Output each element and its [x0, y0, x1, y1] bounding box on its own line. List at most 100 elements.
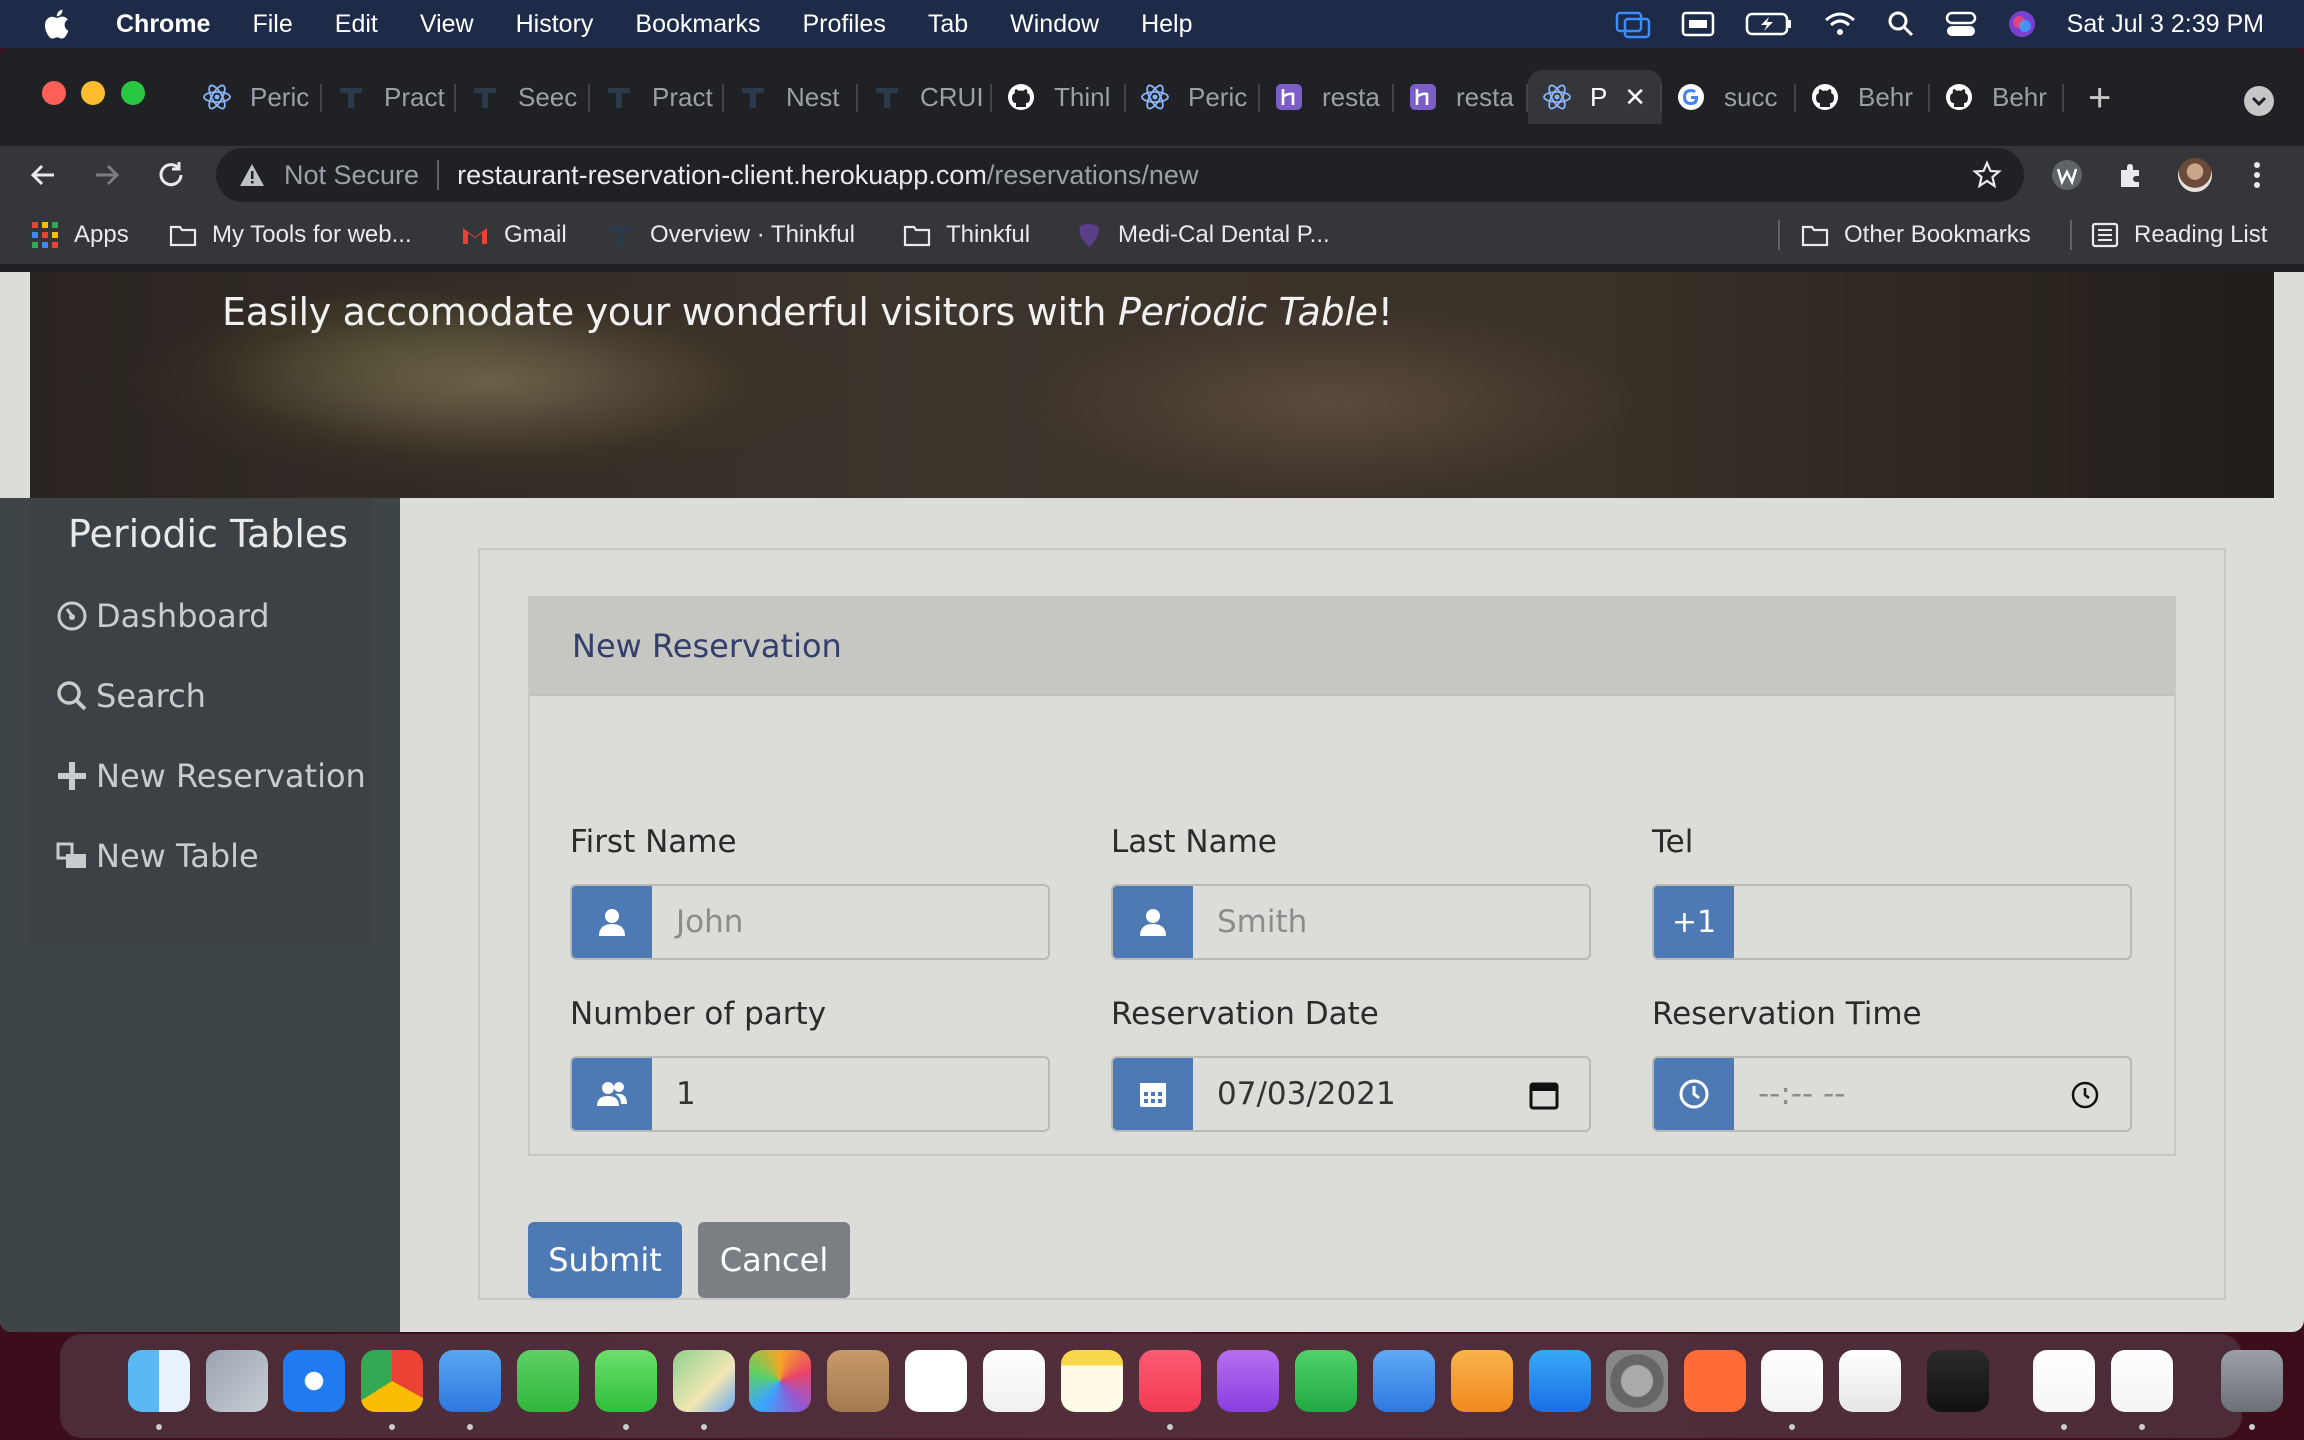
- browser-tab[interactable]: resta: [1260, 70, 1394, 124]
- bookmark-apps[interactable]: Apps: [30, 204, 129, 266]
- forward-icon[interactable]: [90, 158, 124, 192]
- sidebar-item-new-reservation[interactable]: New Reservation: [56, 754, 366, 798]
- safari-icon[interactable]: [283, 1350, 346, 1412]
- reading-list[interactable]: Reading List: [2090, 204, 2267, 266]
- back-icon[interactable]: [26, 158, 60, 192]
- calendar-icon[interactable]: [905, 1350, 968, 1412]
- menu-history[interactable]: History: [516, 10, 594, 39]
- security-label[interactable]: Not Secure: [284, 160, 419, 191]
- control-center-icon[interactable]: [1945, 10, 1977, 38]
- browser-tab[interactable]: Peric: [1126, 70, 1260, 124]
- postman-icon[interactable]: [1684, 1350, 1747, 1412]
- sidebar-item-search[interactable]: Search: [56, 674, 206, 718]
- reminders-icon[interactable]: [983, 1350, 1046, 1412]
- browser-tab[interactable]: resta: [1394, 70, 1528, 124]
- battery-icon[interactable]: [1745, 11, 1793, 37]
- close-window-button[interactable]: [42, 81, 66, 105]
- tel-input[interactable]: [1734, 886, 2130, 958]
- browser-tab[interactable]: Pract: [322, 70, 456, 124]
- minimize-window-button[interactable]: [81, 81, 105, 105]
- profile-avatar[interactable]: [2178, 158, 2212, 192]
- sidebar-item-dashboard[interactable]: Dashboard: [56, 594, 270, 638]
- bookmark-gmail[interactable]: Gmail: [460, 204, 567, 266]
- browser-tab[interactable]: Pract: [590, 70, 724, 124]
- maps-icon[interactable]: [672, 1350, 735, 1412]
- browser-tab[interactable]: Nest: [724, 70, 858, 124]
- terminal-icon[interactable]: [1926, 1350, 1989, 1412]
- chrome-menu-icon[interactable]: [2240, 158, 2274, 192]
- slack-icon[interactable]: [2032, 1350, 2095, 1412]
- app-store-icon[interactable]: [1528, 1350, 1591, 1412]
- bookmark-overview-thinkful[interactable]: Overview · Thinkful: [606, 204, 855, 266]
- bookmark-medi-cal[interactable]: Medi-Cal Dental P...: [1074, 204, 1330, 266]
- menu-tab[interactable]: Tab: [928, 10, 968, 39]
- music-icon[interactable]: [1138, 1350, 1201, 1412]
- zoom-window-button[interactable]: [121, 81, 145, 105]
- last-name-input[interactable]: Smith: [1193, 886, 1589, 958]
- browser-tab[interactable]: Peric: [188, 70, 322, 124]
- browser-tab[interactable]: Seec: [456, 70, 590, 124]
- chrome-icon[interactable]: [361, 1350, 424, 1412]
- browser-tab[interactable]: P ✕: [1528, 70, 1662, 124]
- trash-icon[interactable]: [2220, 1350, 2283, 1412]
- bookmark-folder-thinkful[interactable]: Thinkful: [902, 204, 1030, 266]
- pgadmin-icon[interactable]: [1838, 1350, 1901, 1412]
- menu-profiles[interactable]: Profiles: [802, 10, 885, 39]
- keyboard-icon[interactable]: [1681, 10, 1715, 38]
- contacts-icon[interactable]: [827, 1350, 890, 1412]
- mail-icon[interactable]: [439, 1350, 502, 1412]
- new-tab-button[interactable]: +: [2088, 78, 2111, 118]
- bookmark-star-icon[interactable]: [1972, 160, 2002, 190]
- menu-help[interactable]: Help: [1141, 10, 1192, 39]
- finder-icon[interactable]: [127, 1350, 190, 1412]
- menu-window[interactable]: Window: [1010, 10, 1099, 39]
- browser-tab[interactable]: succ: [1662, 70, 1796, 124]
- photos-icon[interactable]: [749, 1350, 812, 1412]
- calendar-picker-icon[interactable]: [1527, 1078, 1561, 1112]
- bookmark-folder-my-tools[interactable]: My Tools for web...: [168, 204, 412, 266]
- browser-tab[interactable]: Behr: [1796, 70, 1930, 124]
- system-preferences-icon[interactable]: [1606, 1350, 1669, 1412]
- menu-view[interactable]: View: [420, 10, 474, 39]
- launchpad-icon[interactable]: [205, 1350, 268, 1412]
- facetime-icon[interactable]: [517, 1350, 580, 1412]
- submit-button[interactable]: Submit: [528, 1222, 682, 1298]
- menu-bookmarks[interactable]: Bookmarks: [635, 10, 760, 39]
- vscode-icon[interactable]: [1760, 1350, 1823, 1412]
- tab-search-button[interactable]: [2244, 86, 2274, 116]
- browser-tab[interactable]: Thinl: [992, 70, 1126, 124]
- bookmark-other[interactable]: Other Bookmarks: [1800, 204, 2031, 266]
- menu-app-name[interactable]: Chrome: [116, 10, 210, 39]
- siri-icon[interactable]: [2007, 9, 2037, 39]
- close-tab-icon[interactable]: ✕: [1624, 82, 1646, 113]
- wappalyzer-extension-icon[interactable]: [2050, 158, 2084, 192]
- time-picker-icon[interactable]: [2068, 1078, 2102, 1112]
- notes-icon[interactable]: [1061, 1350, 1124, 1412]
- address-bar[interactable]: Not Secure restaurant-reservation-client…: [216, 148, 2024, 202]
- warning-icon[interactable]: [238, 161, 266, 189]
- screen-mirror-icon[interactable]: [1615, 9, 1651, 39]
- pages-icon[interactable]: [1450, 1350, 1513, 1412]
- reservation-date-input[interactable]: 07/03/2021: [1193, 1058, 1589, 1130]
- menu-edit[interactable]: Edit: [335, 10, 378, 39]
- spotlight-search-icon[interactable]: [1887, 10, 1915, 38]
- keynote-icon[interactable]: [1372, 1350, 1435, 1412]
- reload-icon[interactable]: [154, 158, 188, 192]
- brand-title[interactable]: Periodic Tables: [68, 512, 348, 556]
- reservation-time-input[interactable]: --:-- --: [1734, 1058, 2130, 1130]
- wifi-icon[interactable]: [1823, 10, 1857, 38]
- extensions-puzzle-icon[interactable]: [2114, 158, 2148, 192]
- podcasts-icon[interactable]: [1216, 1350, 1279, 1412]
- cancel-button[interactable]: Cancel: [698, 1222, 850, 1298]
- first-name-input[interactable]: John: [652, 886, 1048, 958]
- menu-file[interactable]: File: [252, 10, 292, 39]
- numbers-icon[interactable]: [1294, 1350, 1357, 1412]
- apple-icon[interactable]: [40, 6, 76, 42]
- vscode-insiders-icon[interactable]: [2110, 1350, 2173, 1412]
- menu-clock[interactable]: Sat Jul 3 2:39 PM: [2067, 10, 2264, 39]
- sidebar-item-new-table[interactable]: New Table: [56, 834, 259, 878]
- browser-tab[interactable]: Behr: [1930, 70, 2064, 124]
- browser-tab[interactable]: CRUI: [858, 70, 992, 124]
- party-size-input[interactable]: 1: [652, 1058, 1048, 1130]
- messages-icon[interactable]: [595, 1350, 658, 1412]
